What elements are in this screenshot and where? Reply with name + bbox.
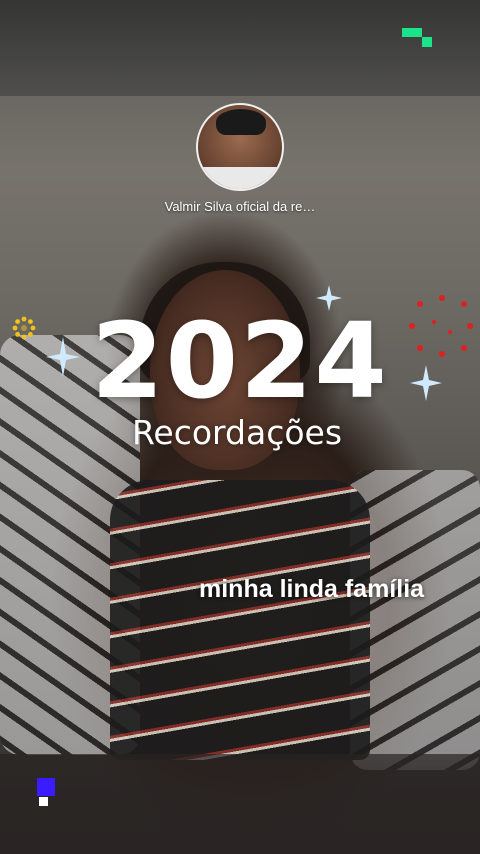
photo-caption: minha linda família	[199, 575, 425, 603]
profile-name: Valmir Silva oficial da re…	[164, 199, 316, 214]
green-pixel-logo-icon	[402, 28, 432, 48]
memories-year: 2024	[91, 300, 389, 422]
bottom-shade	[0, 754, 480, 854]
memories-subtitle: Recordações	[131, 413, 343, 452]
top-shade	[0, 0, 480, 96]
avatar[interactable]	[196, 103, 284, 191]
blue-pixel-badge-icon	[37, 778, 57, 808]
person-dress	[110, 480, 370, 760]
profile-header[interactable]: Valmir Silva oficial da re…	[0, 103, 480, 214]
